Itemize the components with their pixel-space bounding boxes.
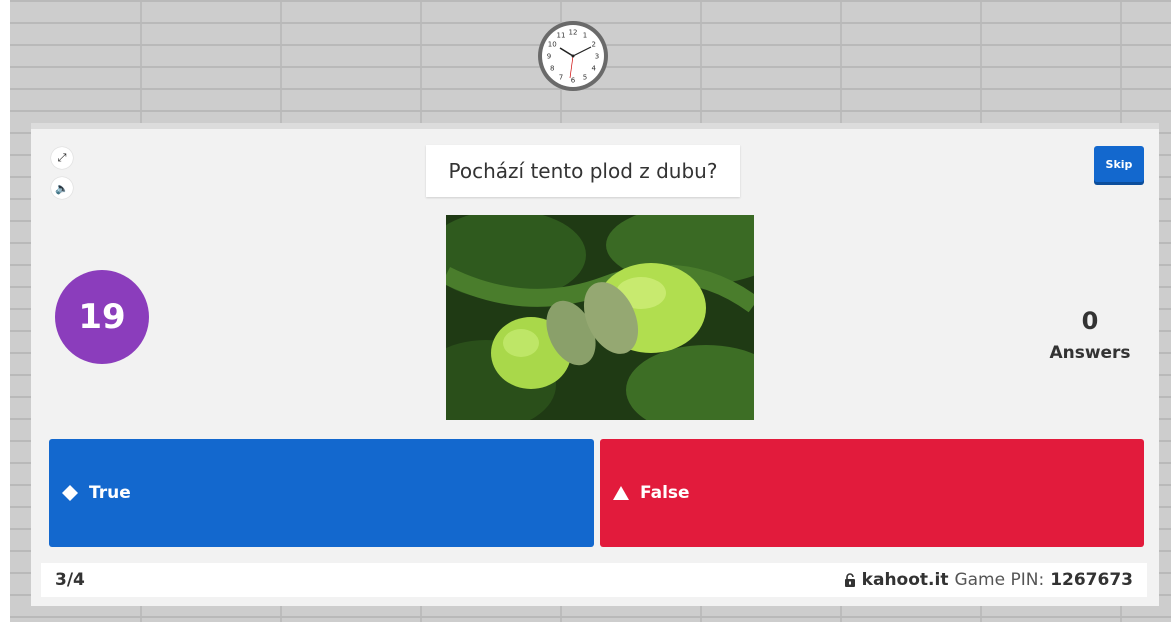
- answer-false-button[interactable]: False: [600, 439, 1144, 547]
- clock-numeral: 6: [571, 77, 576, 85]
- answers-label: Answers: [1049, 343, 1131, 363]
- clock-numeral: 11: [557, 32, 566, 40]
- clock-numeral: 3: [595, 53, 599, 61]
- clock-numeral: 5: [583, 73, 587, 81]
- lock-icon: [844, 573, 855, 587]
- clock-numeral: 4: [592, 65, 597, 73]
- answer-true-button[interactable]: True: [49, 439, 594, 547]
- question-progress: 3/4: [55, 570, 85, 590]
- game-pin-label: Game PIN:: [954, 570, 1045, 590]
- wall-edge: [0, 0, 10, 622]
- clock-numeral: 10: [548, 41, 557, 49]
- footer-bar: 3/4 kahoot.it Game PIN: 1267673: [41, 563, 1147, 597]
- question-image: [446, 215, 754, 420]
- sound-icon[interactable]: 🔈: [51, 177, 73, 199]
- answer-true-label: True: [89, 483, 131, 503]
- clock-numeral: 8: [550, 65, 554, 73]
- clock-numeral: 2: [592, 41, 596, 49]
- skip-button[interactable]: Skip: [1094, 146, 1144, 182]
- clock-numeral: 1: [583, 32, 587, 40]
- countdown-timer: 19: [55, 270, 149, 364]
- question-title: Pochází tento plod z dubu?: [426, 145, 740, 197]
- clock-numeral: 9: [547, 53, 551, 61]
- fullscreen-icon[interactable]: ⤢: [51, 147, 73, 169]
- answers-count: 0: [1081, 307, 1099, 335]
- kahoot-site-link[interactable]: kahoot.it: [862, 570, 949, 590]
- answer-false-label: False: [640, 483, 690, 503]
- game-pin-value: 1267673: [1050, 570, 1133, 590]
- wall-clock: 12 12 3 45678 9 1011: [538, 21, 608, 91]
- clock-numeral: 7: [559, 73, 563, 81]
- game-pin-info: kahoot.it Game PIN: 1267673: [844, 570, 1133, 590]
- clock-numeral: 12: [569, 29, 578, 37]
- triangle-icon: [613, 486, 629, 500]
- diamond-icon: [62, 485, 78, 501]
